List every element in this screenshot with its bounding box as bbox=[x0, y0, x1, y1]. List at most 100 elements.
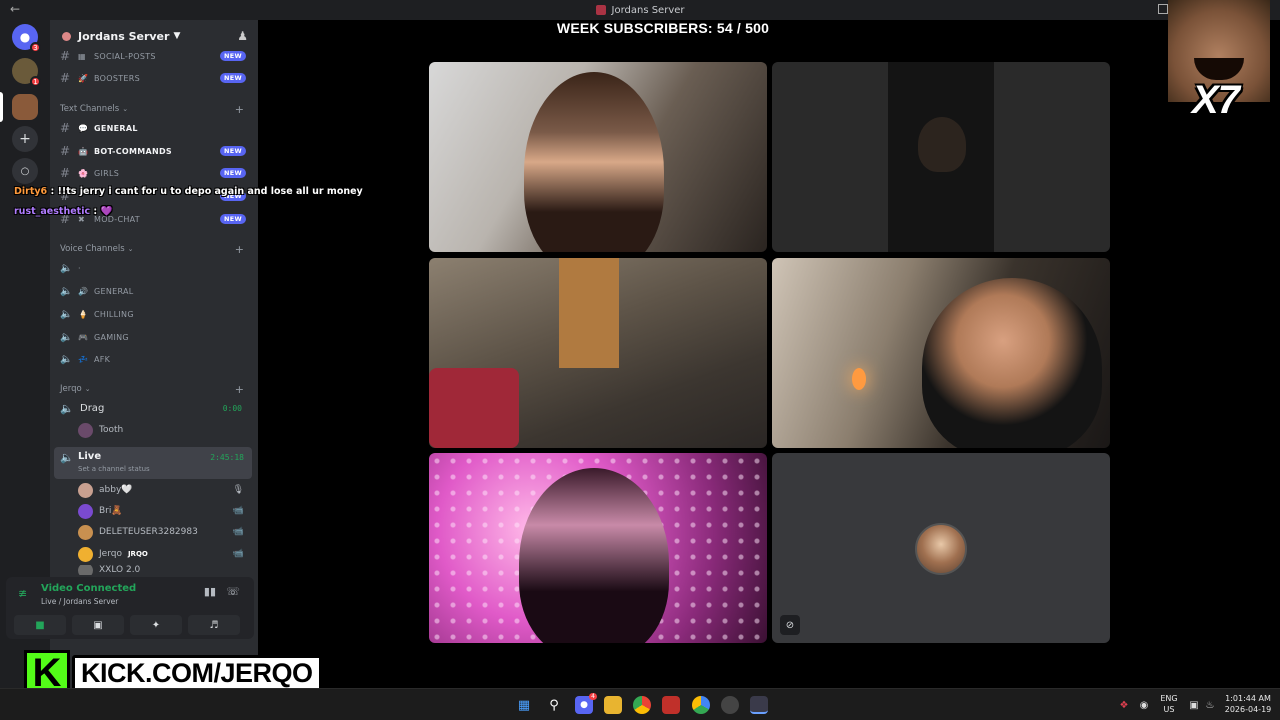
app-icon[interactable] bbox=[662, 696, 680, 714]
chat-message: rust_aesthetic : 💜 bbox=[14, 206, 112, 217]
noise-suppression-icon[interactable]: ▮▮ bbox=[204, 585, 216, 598]
back-arrow-icon[interactable]: ← bbox=[10, 2, 20, 16]
video-tile-1[interactable] bbox=[429, 62, 767, 252]
voice-member-abby[interactable]: abby🤍 🎙 bbox=[78, 480, 248, 500]
server-avatar-1[interactable]: 1 bbox=[12, 58, 41, 87]
channel-emoji: 🚀 bbox=[78, 73, 89, 83]
member-tag: JRQO bbox=[127, 550, 148, 558]
category-label: Voice Channels bbox=[60, 244, 125, 254]
kick-url: KICK.COM/JERQO bbox=[72, 655, 322, 691]
channel-emoji: ▦ bbox=[78, 51, 86, 61]
channel-boosters[interactable]: # 🚀 BOOSTERS NEW bbox=[56, 68, 252, 88]
avatar bbox=[78, 482, 93, 498]
discord-taskbar-icon[interactable]: ● 4 bbox=[575, 693, 597, 714]
add-server-icon[interactable]: + bbox=[12, 126, 38, 152]
chair-shape bbox=[429, 368, 519, 448]
channel-social-posts[interactable]: # ▦ SOCIAL-POSTS NEW bbox=[56, 46, 252, 66]
soundboard-button[interactable]: ♬ bbox=[188, 615, 240, 635]
video-tile-4[interactable] bbox=[772, 258, 1110, 448]
avatar bbox=[78, 524, 93, 540]
app-icon-2[interactable] bbox=[721, 696, 739, 714]
chat-text: 💜 bbox=[100, 206, 113, 217]
participant-video bbox=[524, 72, 664, 252]
obs-icon[interactable] bbox=[750, 696, 768, 714]
window-title: Jordans Server bbox=[611, 4, 685, 16]
voice-status[interactable]: Video Connected bbox=[41, 583, 136, 594]
chrome-icon[interactable] bbox=[633, 696, 651, 714]
tray-app-icon[interactable]: ❖ bbox=[1115, 696, 1133, 714]
member-name: DELETEUSER3282983 bbox=[99, 527, 198, 537]
channel-timer: 0:00 bbox=[222, 403, 242, 413]
voice-member-jerqo[interactable]: Jerqo JRQO 📹 bbox=[78, 544, 248, 564]
screen-share-button[interactable]: ▣ bbox=[72, 615, 124, 635]
channel-name: GAMING bbox=[94, 332, 129, 342]
voice-channel-dot[interactable]: 🔈 · bbox=[56, 258, 252, 278]
video-tile-6[interactable]: ⊘ bbox=[772, 453, 1110, 643]
channel-name: GENERAL bbox=[94, 123, 138, 133]
add-channel-icon[interactable]: + bbox=[235, 103, 244, 116]
server-icon bbox=[595, 5, 606, 15]
channel-timer: 2:45:18 bbox=[210, 453, 244, 462]
voice-channel-live[interactable]: 🔈 Live Set a channel status 2:45:18 bbox=[54, 447, 252, 479]
dm-badge: 3 bbox=[30, 42, 41, 53]
file-explorer-icon[interactable] bbox=[604, 696, 622, 714]
video-tile-3[interactable] bbox=[429, 258, 767, 448]
language-indicator[interactable]: ENG bbox=[1158, 694, 1180, 703]
discord-home-icon[interactable]: ● 3 bbox=[12, 24, 41, 53]
region-indicator[interactable]: US bbox=[1158, 705, 1180, 714]
channel-name: CHILLING bbox=[94, 309, 134, 319]
channel-name: Live bbox=[78, 451, 102, 462]
voice-member-deleteuser[interactable]: DELETEUSER3282983 📹 bbox=[78, 522, 248, 542]
voice-channel-chilling[interactable]: 🔈 🍦 CHILLING bbox=[56, 304, 252, 324]
activities-button[interactable]: ✦ bbox=[130, 615, 182, 635]
chevron-down-icon: ⌄ bbox=[127, 245, 134, 253]
video-tile-2[interactable] bbox=[772, 62, 1110, 252]
search-icon[interactable]: ⚲ bbox=[545, 696, 563, 714]
server-avatar-jordans[interactable] bbox=[12, 94, 38, 120]
hash-icon: # bbox=[60, 121, 71, 135]
voice-channel-general[interactable]: 🔈 🔊 GENERAL bbox=[56, 281, 252, 301]
speaker-icon: 🔈 bbox=[60, 262, 73, 274]
category-voice-channels[interactable]: Voice Channels ⌄ + bbox=[60, 242, 250, 256]
discover-icon[interactable]: ○ bbox=[12, 158, 38, 184]
channel-name: SOCIAL-POSTS bbox=[94, 51, 156, 61]
add-channel-icon[interactable]: + bbox=[235, 383, 244, 396]
voice-connection-panel: ≇ Video Connected Live / Jordans Server … bbox=[6, 577, 254, 639]
camera-button[interactable]: ■ bbox=[14, 615, 66, 635]
camera-icon: 📹 bbox=[232, 506, 244, 516]
channel-status[interactable]: Set a channel status bbox=[78, 465, 150, 473]
channel-girls[interactable]: # 🌸 GIRLS NEW bbox=[56, 163, 252, 183]
channel-emoji: 🔊 bbox=[78, 286, 89, 296]
invite-people-icon[interactable]: ♟ bbox=[237, 29, 248, 43]
volume-icon[interactable]: ♨ bbox=[1201, 696, 1219, 714]
voice-member-xxlo[interactable]: XXLO 2.0 bbox=[78, 565, 248, 575]
channel-name: BOOSTERS bbox=[94, 73, 140, 83]
voice-channel-gaming[interactable]: 🔈 🎮 GAMING bbox=[56, 327, 252, 347]
voice-channel-drag[interactable]: 🔈 Drag 0:00 bbox=[56, 398, 252, 418]
chrome-profile-icon[interactable] bbox=[692, 696, 710, 714]
video-tile-5[interactable] bbox=[429, 453, 767, 643]
windows-start-icon[interactable]: ▦ bbox=[515, 696, 533, 714]
new-badge: NEW bbox=[220, 146, 246, 156]
microphone-icon[interactable]: ◉ bbox=[1135, 696, 1153, 714]
voice-member-bri[interactable]: Bri🧸 📹 bbox=[78, 501, 248, 521]
voice-channel-afk[interactable]: 🔈 💤 AFK bbox=[56, 349, 252, 369]
category-label: Text Channels bbox=[60, 104, 120, 114]
speaker-icon: 🔈 bbox=[60, 331, 73, 343]
channel-name: GENERAL bbox=[94, 286, 134, 296]
voice-location[interactable]: Live / Jordans Server bbox=[41, 597, 118, 606]
channel-name: Drag bbox=[80, 402, 105, 414]
clock-time[interactable]: 1:01:44 AM bbox=[1220, 694, 1276, 703]
category-text-channels[interactable]: Text Channels ⌄ + bbox=[60, 102, 250, 116]
window-restore-icon[interactable] bbox=[1158, 4, 1168, 14]
disconnect-icon[interactable]: ☏ bbox=[226, 585, 240, 598]
clock-date[interactable]: 2026-04-19 bbox=[1220, 705, 1276, 714]
voice-member-tooth[interactable]: Tooth bbox=[78, 420, 248, 440]
channel-bot-commands[interactable]: # 🤖 BOT-COMMANDS NEW bbox=[56, 141, 252, 161]
channel-general[interactable]: # 💬 GENERAL bbox=[56, 118, 252, 138]
avatar bbox=[78, 565, 93, 575]
add-channel-icon[interactable]: + bbox=[235, 243, 244, 256]
avatar bbox=[78, 422, 93, 438]
category-jerqo[interactable]: Jerqo ⌄ + bbox=[60, 382, 250, 396]
new-badge: NEW bbox=[220, 73, 246, 83]
